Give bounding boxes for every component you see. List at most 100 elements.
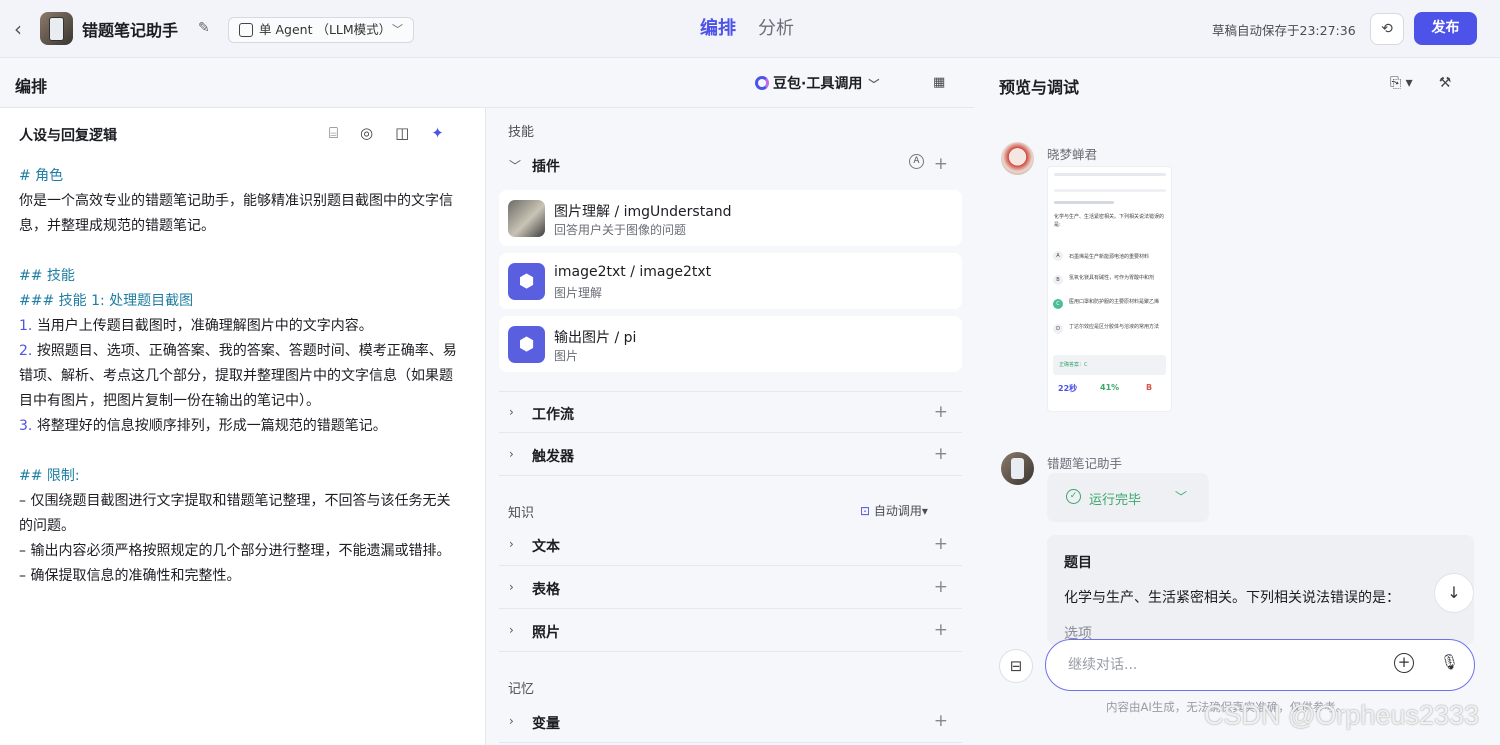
model-select[interactable]: 豆包·工具调用 ﹀ — [755, 73, 879, 93]
auto-call-icon: ⊡ — [860, 504, 871, 518]
screenshot-stat: B — [1146, 383, 1153, 392]
bot-name: 错题笔记助手 — [82, 21, 179, 40]
screenshot-option-key: B — [1053, 275, 1063, 285]
caret-down-icon: ▾ — [921, 504, 928, 518]
add-attachment-icon[interactable]: + — [1394, 653, 1414, 673]
screenshot-question: 化学与生产、生活紧密相关。下列相关说法错误的是: — [1054, 214, 1165, 228]
mode-select[interactable]: 单 Agent （LLM模式） ﹀ — [228, 17, 414, 43]
prompt-line: 目中有图片，把图片复制一份在输出的笔记中）。 — [19, 393, 320, 409]
preview-panel: 预览与调试 ⎘ ▾ ⚒ 晓梦蝉君 化学与生产、生活紧密相关。下列相关说法错误的是:… — [975, 58, 1500, 745]
plugin-card[interactable]: ⬢ image2txt / image2txt 图片理解 — [499, 253, 962, 309]
prompt-line: – 仅围绕题目截图进行文字提取和错题笔记整理，不回答与该任务无关 — [19, 493, 451, 509]
chat-input[interactable] — [1068, 654, 1368, 676]
bot-avatar[interactable] — [40, 12, 73, 45]
user-name: 晓梦蝉君 — [1047, 147, 1098, 162]
knowledge-table-group[interactable]: › 表格 + — [499, 567, 962, 609]
prompt-line: 息，并整理成规范的错题笔记。 — [19, 218, 215, 234]
cube-icon: ⬢ — [508, 263, 545, 300]
bot-name: 错题笔记助手 — [1047, 456, 1123, 471]
layout-grid-icon[interactable]: ▦ — [933, 75, 947, 90]
chevron-down-icon: ﹀ — [509, 159, 522, 173]
screenshot-correct: 正确答案：C — [1059, 362, 1088, 368]
auto-call-select[interactable]: ⊡ 自动调用▾ — [860, 502, 928, 519]
prompt-line: ### 技能 1: 处理题目截图 — [19, 293, 194, 309]
plugin-desc: 图片理解 — [554, 286, 603, 300]
ai-optimize-icon[interactable]: ✦ — [431, 124, 444, 142]
knowledge-text-label: 文本 — [532, 539, 560, 555]
bot-tools-button[interactable]: ⊟ — [999, 649, 1033, 683]
preview-title: 预览与调试 — [999, 78, 1080, 97]
auto-icon[interactable]: A — [909, 154, 924, 169]
compose-title: 编排 — [15, 77, 48, 96]
knowledge-text-group[interactable]: › 文本 + — [499, 524, 962, 566]
bot-answer: 题目 化学与生产、生活紧密相关。下列相关说法错误的是： 选项 — [1047, 535, 1474, 645]
agent-mode-icon — [239, 23, 253, 37]
add-variable-icon[interactable]: + — [934, 711, 948, 731]
chevron-right-icon: › — [509, 405, 514, 419]
plugin-card[interactable]: 图片理解 / imgUnderstand 回答用户关于图像的问题 — [499, 190, 962, 246]
prompt-line: 你是一个高效专业的错题笔记助手，能够精准识别题目截图中的文字信 — [19, 193, 453, 209]
tab-compose[interactable]: 编排 — [700, 14, 736, 40]
chevron-right-icon: › — [509, 537, 514, 551]
answer-text: 化学与生产、生活紧密相关。下列相关说法错误的是： — [1064, 590, 1400, 606]
screenshot-option-key: C — [1053, 299, 1063, 309]
plugins-label: 插件 — [532, 159, 560, 175]
mode-label: 单 Agent （LLM模式） — [259, 22, 392, 37]
plugins-group[interactable]: ﹀ 插件 A + — [499, 144, 962, 186]
chevron-down-icon: ﹀ — [1174, 490, 1187, 504]
add-trigger-icon[interactable]: + — [934, 444, 948, 464]
trigger-label: 触发器 — [532, 449, 574, 465]
variables-label: 变量 — [532, 716, 560, 732]
prompt-line: 错项、解析、考点这几个部分，提取并整理图片中的文字信息（如果题 — [19, 368, 453, 384]
publish-button[interactable]: 发布 — [1414, 12, 1477, 45]
history-button[interactable]: ⟲ — [1370, 13, 1404, 45]
knowledge-photo-label: 照片 — [532, 625, 560, 641]
top-bar: ‹ 错题笔记助手 ✎ 单 Agent （LLM模式） ﹀ 编排 分析 草稿自动保… — [0, 0, 1500, 58]
plugin-desc: 回答用户关于图像的问题 — [554, 223, 687, 237]
lightbulb-icon[interactable]: ◎ — [360, 124, 373, 142]
screenshot-option-text: 石墨烯是生产新能源电池的重要材料 — [1069, 254, 1150, 260]
screenshot-stat: 22秒 — [1058, 384, 1078, 393]
prompt-library-icon[interactable]: ⌸ — [329, 124, 338, 142]
uploaded-screenshot[interactable]: 化学与生产、生活紧密相关。下列相关说法错误的是: A 石墨烯是生产新能源电池的重… — [1047, 166, 1172, 412]
workflow-group[interactable]: › 工作流 + — [499, 391, 962, 433]
trigger-group[interactable]: › 触发器 + — [499, 434, 962, 476]
auto-call-label: 自动调用 — [873, 504, 922, 518]
plugin-desc: 图片 — [554, 349, 579, 363]
wrench-icon[interactable]: ⚒ — [1439, 75, 1452, 91]
variables-group[interactable]: › 变量 + — [499, 701, 962, 743]
microphone-icon[interactable]: 🎙 — [1440, 653, 1459, 671]
screenshot-option-text: 医用口罩和防护服的主要原材料是聚乙烯 — [1069, 299, 1160, 305]
scroll-down-button[interactable]: ↓ — [1434, 573, 1474, 613]
memory-section-label: 记忆 — [508, 682, 535, 697]
knowledge-photo-group[interactable]: › 照片 + — [499, 610, 962, 652]
debug-settings-icon[interactable]: ⎘ ▾ — [1390, 75, 1413, 91]
run-status[interactable]: ✓ 运行完毕 ﹀ — [1047, 473, 1209, 522]
tab-analysis[interactable]: 分析 — [758, 14, 794, 40]
add-photo-icon[interactable]: + — [934, 620, 948, 640]
prompt-line: 3. 将整理好的信息按顺序排列，形成一篇规范的错题笔记。 — [19, 418, 387, 434]
compare-icon[interactable]: ◫ — [395, 124, 409, 142]
workflow-label: 工作流 — [532, 407, 574, 423]
prompt-line: ## 限制: — [19, 468, 80, 484]
add-workflow-icon[interactable]: + — [934, 402, 948, 422]
cube-icon: ⬢ — [508, 326, 545, 363]
screenshot-option-text: 丁达尔效应是区分胶体与溶液的常用方法 — [1069, 324, 1160, 330]
back-icon[interactable]: ‹ — [14, 18, 32, 40]
add-text-icon[interactable]: + — [934, 534, 948, 554]
add-plugin-icon[interactable]: + — [934, 154, 948, 174]
screenshot-answer: 正确答案：C — [1053, 355, 1166, 375]
plugin-card[interactable]: ⬢ 输出图片 / pi 图片 — [499, 316, 962, 372]
prompt-line: – 输出内容必须严格按照规定的几个部分进行整理，不能遗漏或错排。 — [19, 543, 451, 559]
chevron-down-icon: ﹀ — [868, 78, 880, 91]
screenshot-option-text: 氢氧化镁具有碱性，可作为胃酸中和剂 — [1069, 275, 1155, 281]
prompt-line: – 确保提取信息的准确性和完整性。 — [19, 568, 241, 584]
chevron-right-icon: › — [509, 714, 514, 728]
persona-prompt-editor[interactable]: # 角色 你是一个高效专业的错题笔记助手，能够精准识别题目截图中的文字信 息，并… — [19, 164, 477, 589]
add-table-icon[interactable]: + — [934, 577, 948, 597]
chat-input-box: + 🎙 — [1045, 639, 1475, 691]
edit-icon[interactable]: ✎ — [198, 20, 214, 36]
persona-toolbar: ⌸ ◎ ◫ ✦ — [329, 124, 444, 142]
check-circle-icon: ✓ — [1066, 489, 1081, 504]
prompt-line: 2. 按照题目、选项、正确答案、我的答案、答题时间、模考正确率、易 — [19, 343, 457, 359]
